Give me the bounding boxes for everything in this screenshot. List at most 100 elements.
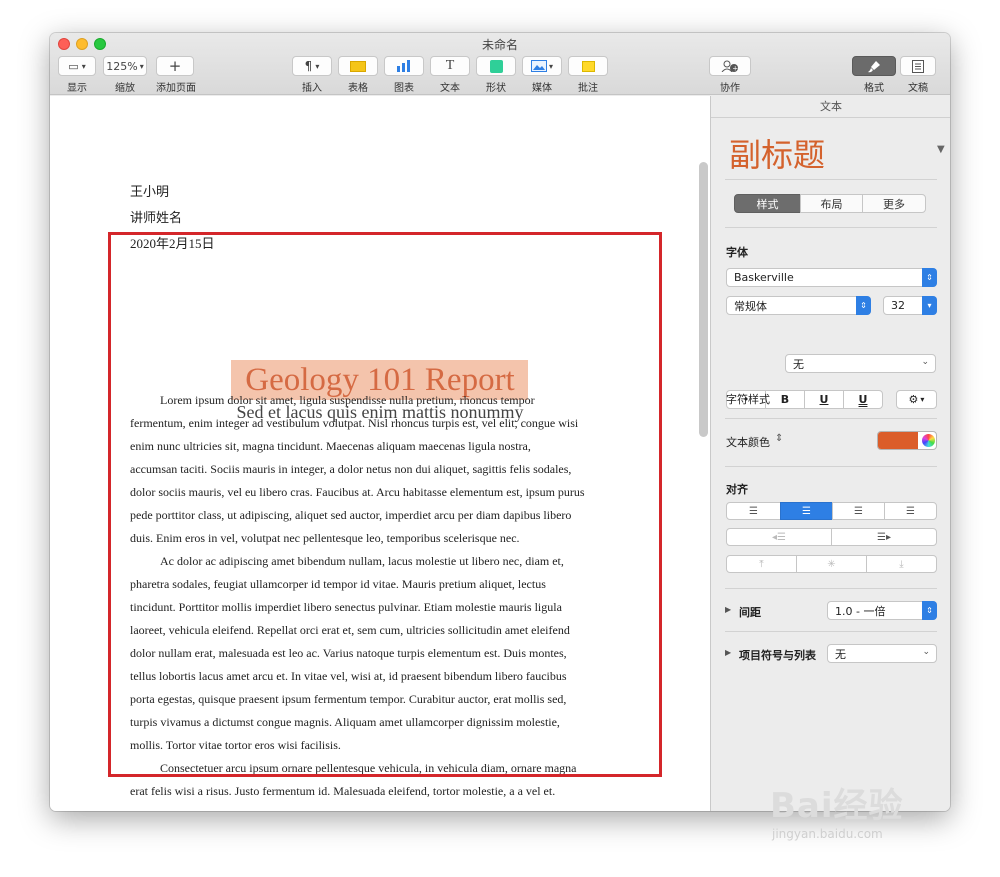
up-down-chevron-icon: ⇕ (856, 296, 871, 315)
tab-style[interactable]: 样式 (734, 194, 801, 213)
author-name[interactable]: 王小明 (130, 181, 169, 200)
format-inspector: 文本 副标题 ▼ 样式 布局 更多 字体 Baskerville ⇕ 常规体 ⇕… (710, 96, 950, 811)
chevron-down-icon: ▾ (81, 61, 86, 71)
justify-button[interactable]: ☰ (884, 502, 937, 520)
shape-icon (489, 59, 503, 73)
tab-more[interactable]: 更多 (862, 194, 926, 213)
chevron-down-icon: ⌄ (921, 357, 929, 367)
font-section-label: 字体 (726, 246, 748, 259)
collaborate-icon: + (721, 60, 738, 73)
font-size-field[interactable]: 32 ▾ (883, 296, 937, 315)
text-label: 文本 (440, 83, 460, 94)
paintbrush-icon (868, 60, 880, 72)
table-label: 表格 (348, 83, 368, 94)
media-button[interactable]: ▾ (522, 56, 562, 76)
view-label: 显示 (67, 83, 87, 94)
zoom-menu[interactable]: 125% ▾ (103, 56, 147, 76)
comment-button[interactable] (568, 56, 608, 76)
chart-label: 图表 (394, 83, 414, 94)
bold-button[interactable]: B (765, 390, 805, 409)
collaborate-button[interactable]: + (709, 56, 751, 76)
document-canvas[interactable]: 王小明 讲师姓名 2020年2月15日 Geology 101 Report S… (50, 96, 710, 811)
plus-icon: + (168, 57, 182, 75)
style-menu-caret-icon[interactable]: ▼ (937, 144, 945, 155)
table-button[interactable] (338, 56, 378, 76)
shape-label: 形状 (486, 83, 506, 94)
divider (725, 179, 937, 180)
align-top-icon: ⤒ (759, 558, 764, 570)
justify-icon: ☰ (906, 505, 915, 517)
align-center-button[interactable]: ☰ (780, 502, 833, 520)
align-bottom-button[interactable]: ⤓ (866, 555, 937, 573)
up-down-chevron-icon[interactable]: ⇕ (775, 433, 783, 444)
bullets-disclosure-icon[interactable]: ▶ (725, 648, 731, 657)
align-top-button[interactable]: ⤒ (726, 555, 797, 573)
spacing-label[interactable]: 间距 (739, 604, 761, 620)
underline-button[interactable]: U (804, 390, 844, 409)
text-button[interactable]: T (430, 56, 470, 76)
font-weight-value: 常规体 (734, 299, 767, 313)
instructor-name[interactable]: 讲师姓名 (130, 207, 182, 226)
chevron-down-icon: ▾ (139, 61, 144, 71)
pilcrow-icon: ¶ (304, 59, 313, 73)
align-center-icon: ☰ (802, 505, 811, 517)
comment-label: 批注 (578, 83, 598, 94)
double-underline-button[interactable]: U (843, 390, 883, 409)
chevron-down-icon: ▾ (315, 61, 320, 71)
comment-icon (581, 60, 595, 72)
char-style-label-text: 字符样式 (726, 393, 770, 406)
font-size-value: 32 (891, 299, 905, 312)
divider (725, 418, 937, 419)
text-options-button[interactable]: ⚙ ▾ (896, 390, 937, 409)
align-middle-icon: ✳ (827, 558, 836, 570)
svg-text:+: + (732, 65, 738, 73)
toolbar: 未命名 ▭ ▾ 显示 125% ▾ 缩放 + 添加页面 ¶ ▾ 插入 表格 图表 T … (50, 33, 950, 95)
document-button[interactable] (900, 56, 936, 76)
paragraph-style-name[interactable]: 副标题 (729, 130, 825, 176)
tab-layout[interactable]: 布局 (800, 194, 863, 213)
divider (725, 227, 937, 228)
view-button[interactable]: ▭ ▾ (58, 56, 96, 76)
char-style-value: 无 (793, 357, 804, 371)
line-spacing-select[interactable]: 1.0 - 一倍 ⇕ (827, 601, 937, 620)
align-bottom-icon: ⤓ (899, 558, 904, 570)
decrease-indent-button[interactable]: ◂☰ (726, 528, 832, 546)
bullets-value: 无 (835, 647, 846, 661)
insert-button[interactable]: ¶ ▾ (292, 56, 332, 76)
text-color-label: 文本颜色 (726, 436, 770, 449)
annotation-highlight-box (108, 232, 662, 777)
divider (725, 588, 937, 589)
document-icon (912, 59, 924, 73)
font-family-value: Baskerville (734, 271, 794, 284)
format-button[interactable] (852, 56, 896, 76)
chart-button[interactable] (384, 56, 424, 76)
spacing-disclosure-icon[interactable]: ▶ (725, 605, 731, 614)
insert-label: 插入 (302, 83, 322, 94)
align-left-button[interactable]: ☰ (726, 502, 781, 520)
shape-button[interactable] (476, 56, 516, 76)
chevron-down-icon: ⌄ (922, 647, 930, 657)
body-line[interactable]: erat felis wisi a risus. Justo fermentum… (130, 780, 555, 803)
font-weight-select[interactable]: 常规体 ⇕ (726, 296, 871, 315)
color-wheel-icon[interactable] (922, 434, 935, 447)
media-label: 媒体 (532, 83, 552, 94)
zoom-label: 缩放 (115, 83, 135, 94)
font-family-select[interactable]: Baskerville ⇕ (726, 268, 937, 287)
add-page-button[interactable]: + (156, 56, 194, 76)
align-right-button[interactable]: ☰ (832, 502, 885, 520)
divider (725, 631, 937, 632)
window-title: 未命名 (481, 38, 518, 52)
vertical-scrollbar[interactable] (699, 162, 708, 437)
align-middle-button[interactable]: ✳ (796, 555, 867, 573)
text-color-well[interactable] (877, 431, 937, 450)
document-label: 文稿 (908, 83, 928, 94)
char-style-select[interactable]: 无 ⌄ (785, 354, 936, 373)
chart-icon (397, 60, 410, 72)
increase-indent-button[interactable]: ☰▸ (831, 528, 937, 546)
bullets-label[interactable]: 项目符号与列表 (739, 647, 816, 663)
add-page-label: 添加页面 (156, 83, 196, 94)
divider (725, 466, 937, 467)
text-box-icon: T (445, 58, 455, 73)
bullets-select[interactable]: 无 ⌄ (827, 644, 937, 663)
table-icon (350, 60, 366, 72)
